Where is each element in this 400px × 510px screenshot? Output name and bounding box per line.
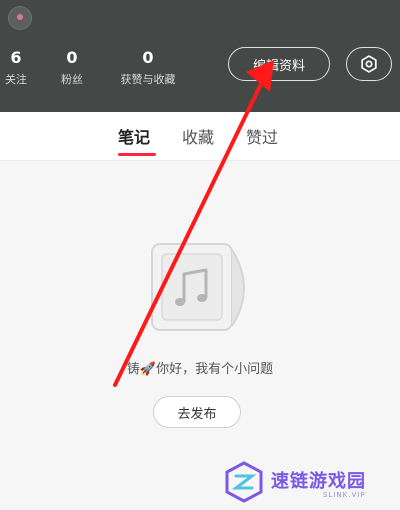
- active-tab-indicator: [118, 153, 156, 156]
- empty-music-illustration: [151, 243, 245, 331]
- tab-notes[interactable]: 笔记: [118, 124, 150, 148]
- tab-collections[interactable]: 收藏: [182, 124, 214, 148]
- watermark-subtext: SLINK.VIP: [323, 491, 366, 499]
- stat-followers-count: 0: [66, 48, 78, 67]
- stat-followers[interactable]: 0 粉丝: [54, 48, 90, 88]
- empty-state-message: 铸🚀你好，我有个小问题: [126, 362, 274, 377]
- publish-button[interactable]: 去发布: [153, 396, 241, 428]
- settings-icon: [361, 55, 377, 73]
- content-tabs: 笔记 收藏 赞过: [0, 112, 400, 161]
- profile-header: 6 关注 0 粉丝 0 获赞与收藏 编辑资料: [0, 0, 400, 112]
- stat-followers-label: 粉丝: [61, 73, 83, 86]
- stat-likes-count: 0: [142, 48, 154, 67]
- stat-likes-label: 获赞与收藏: [120, 73, 176, 86]
- stat-following-count: 6: [10, 48, 22, 67]
- watermark-text: 速链游戏园: [271, 471, 366, 492]
- stat-following-label: 关注: [5, 73, 27, 86]
- settings-button[interactable]: [346, 47, 392, 81]
- tab-liked[interactable]: 赞过: [246, 124, 278, 148]
- stat-following[interactable]: 6 关注: [2, 48, 30, 88]
- watermark: 速链游戏园 SLINK.VIP: [205, 455, 400, 510]
- avatar[interactable]: [8, 6, 32, 30]
- stat-likes-collects[interactable]: 0 获赞与收藏: [110, 48, 186, 88]
- watermark-logo-icon: [225, 461, 263, 503]
- edit-profile-button[interactable]: 编辑资料: [228, 47, 330, 81]
